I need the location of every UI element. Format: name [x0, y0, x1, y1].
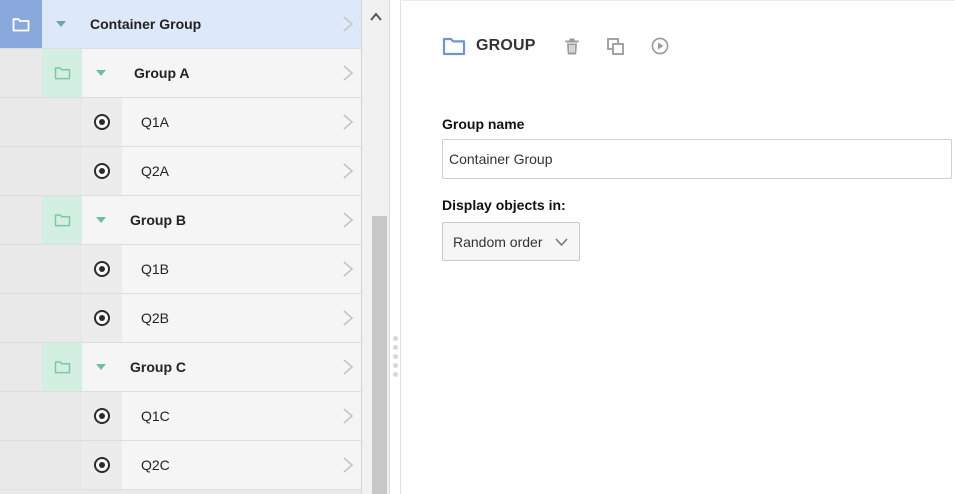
- folder-indicator: [42, 49, 82, 97]
- question-indicator: [82, 441, 122, 489]
- scroll-thumb[interactable]: [372, 216, 387, 494]
- tree-row-label: Container Group: [90, 16, 202, 32]
- preview-button[interactable]: [650, 36, 670, 56]
- grip-dot: [393, 372, 398, 377]
- question-indicator: [82, 294, 122, 342]
- group-name-label: Group name: [442, 116, 525, 132]
- grip-dot: [393, 345, 398, 350]
- radio-icon: [94, 457, 110, 473]
- play-icon: [651, 37, 669, 55]
- tree-row-group-b[interactable]: Group B: [0, 196, 361, 245]
- caret-down-icon[interactable]: [56, 21, 66, 27]
- caret-down-icon[interactable]: [96, 364, 106, 370]
- delete-button[interactable]: [562, 36, 582, 56]
- chevron-right-icon[interactable]: [342, 163, 354, 179]
- question-indicator: [82, 245, 122, 293]
- tree-row-group-a[interactable]: Group A: [0, 49, 361, 98]
- group-name-input[interactable]: [442, 139, 952, 179]
- grip-dot: [393, 354, 398, 359]
- chevron-up-icon[interactable]: [369, 10, 383, 24]
- tree-row-body[interactable]: Q1B: [122, 245, 361, 293]
- tree-row-body[interactable]: Container Group: [42, 0, 361, 48]
- caret-down-icon[interactable]: [96, 70, 106, 76]
- detail-panel: GROUP Group name Display objects in: Ran…: [402, 0, 955, 494]
- detail-header: GROUP: [442, 33, 694, 59]
- radio-icon: [94, 114, 110, 130]
- folder-icon: [54, 214, 70, 227]
- chevron-right-icon[interactable]: [342, 114, 354, 130]
- tree-row-label: Group C: [130, 359, 186, 375]
- tree-row-label: Q2C: [141, 457, 170, 473]
- page-title: GROUP: [476, 37, 536, 54]
- folder-icon: [54, 67, 70, 80]
- tree-row-q2a[interactable]: Q2A: [0, 147, 361, 196]
- tree-row-body[interactable]: Q2A: [122, 147, 361, 195]
- folder-icon: [12, 17, 30, 31]
- tree-row-q1b[interactable]: Q1B: [0, 245, 361, 294]
- tree-row-body[interactable]: Q2B: [122, 294, 361, 342]
- tree-row-label: Q1C: [141, 408, 170, 424]
- chevron-right-icon[interactable]: [342, 65, 354, 81]
- tree-row-q2b[interactable]: Q2B: [0, 294, 361, 343]
- tree-row-body[interactable]: Group A: [82, 49, 361, 97]
- question-indicator: [82, 147, 122, 195]
- tree-row-label: Q1A: [141, 114, 170, 130]
- tree-row-container-group[interactable]: Container Group: [0, 0, 361, 49]
- duplicate-button[interactable]: [606, 36, 626, 56]
- question-indicator: [82, 98, 122, 146]
- tree-row-body[interactable]: Q1C: [122, 392, 361, 440]
- tree-row-q1a[interactable]: Q1A: [0, 98, 361, 147]
- chevron-down-icon: [555, 238, 568, 247]
- display-order-select[interactable]: Random order: [442, 222, 580, 261]
- tree-row-body[interactable]: Q1A: [122, 98, 361, 146]
- radio-icon: [94, 261, 110, 277]
- chevron-right-icon[interactable]: [342, 457, 354, 473]
- tree-row-label: Q2B: [141, 310, 170, 326]
- display-order-label: Display objects in:: [442, 197, 566, 213]
- folder-icon: [442, 37, 466, 56]
- question-indicator: [82, 392, 122, 440]
- tree-row-group-c[interactable]: Group C: [0, 343, 361, 392]
- tree-scrollbar[interactable]: [362, 0, 390, 494]
- chevron-right-icon[interactable]: [342, 16, 354, 32]
- chevron-right-icon[interactable]: [342, 408, 354, 424]
- grip-dot: [393, 336, 398, 341]
- chevron-right-icon[interactable]: [342, 212, 354, 228]
- trash-icon: [565, 38, 579, 54]
- chevron-right-icon[interactable]: [342, 359, 354, 375]
- tree-row-body[interactable]: Q2C: [122, 441, 361, 489]
- tree-row-q1c[interactable]: Q1C: [0, 392, 361, 441]
- tree-row-label: Group B: [130, 212, 186, 228]
- tree-panel: Container Group Group A Q1A Q2A Group B …: [0, 0, 362, 494]
- radio-icon: [94, 408, 110, 424]
- folder-indicator: [42, 343, 82, 391]
- chevron-right-icon[interactable]: [342, 310, 354, 326]
- tree-row-body[interactable]: Group C: [82, 343, 361, 391]
- tree-row-q2c[interactable]: Q2C: [0, 441, 361, 490]
- radio-icon: [94, 310, 110, 326]
- folder-indicator: [0, 0, 42, 48]
- tree-row-label: Q1B: [141, 261, 170, 277]
- chevron-right-icon[interactable]: [342, 261, 354, 277]
- panel-splitter[interactable]: [391, 0, 401, 494]
- grip-dot: [393, 363, 398, 368]
- duplicate-icon: [607, 37, 625, 55]
- tree-row-label: Group A: [134, 65, 190, 81]
- folder-icon: [54, 361, 70, 374]
- folder-indicator: [42, 196, 82, 244]
- tree-row-body[interactable]: Group B: [82, 196, 361, 244]
- tree-row-label: Q2A: [141, 163, 170, 179]
- radio-icon: [94, 163, 110, 179]
- caret-down-icon[interactable]: [96, 217, 106, 223]
- display-order-value: Random order: [453, 233, 543, 250]
